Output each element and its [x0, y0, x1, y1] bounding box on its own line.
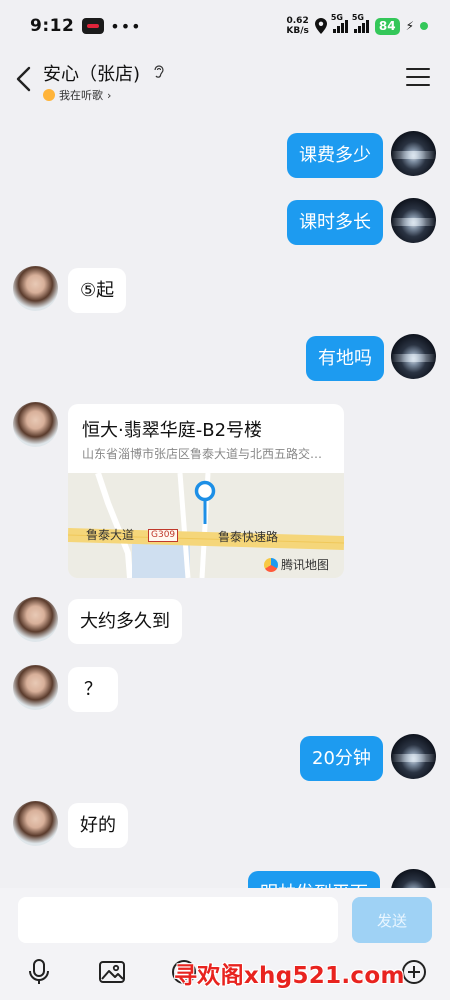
watermark: 寻欢阁xhg521.com [174, 963, 405, 989]
incoming-message[interactable]: 好的 [68, 803, 128, 848]
status-indicators: 0.62 KB/s 5G 5G 84 ⚡ [286, 13, 428, 36]
outgoing-message[interactable]: 课费多少 [287, 133, 383, 178]
signal-1-label: 5G [330, 13, 343, 22]
signal-2-icon: 5G [352, 13, 369, 33]
map-pin-icon [194, 480, 216, 524]
location-address: 山东省淄博市张店区鲁泰大道与北西五路交叉口 [82, 447, 332, 461]
contact-status-text: 我在听歌 [59, 89, 103, 102]
charging-icon: ⚡ [405, 19, 414, 33]
location-icon [314, 18, 327, 34]
contact-avatar[interactable] [13, 665, 58, 710]
map-provider: 腾讯地图 [264, 556, 329, 573]
road-label: 鲁泰快速路 [218, 530, 279, 544]
menu-button[interactable] [406, 68, 430, 88]
contact-avatar[interactable] [13, 801, 58, 846]
more-notifications-icon: ••• [110, 16, 142, 36]
signal-2-label: 5G [351, 13, 364, 22]
network-speed: 0.62 KB/s [286, 16, 308, 36]
status-time: 9:12 [30, 16, 75, 36]
incoming-message[interactable]: ⑤起 [68, 268, 127, 313]
self-avatar[interactable] [391, 198, 436, 243]
location-title: 恒大·翡翠华庭-B2号楼 [82, 420, 263, 441]
battery-level: 84 [374, 17, 400, 35]
status-bar: 9:12 ••• 0.62 KB/s 5G 5G 84 ⚡ [0, 0, 450, 52]
highway-badge: G309 [148, 529, 179, 542]
chat-header: 安心（张店) 我在听歌 › [0, 52, 450, 110]
signal-1-icon: 5G [331, 13, 348, 33]
outgoing-message[interactable]: 有地吗 [306, 336, 384, 381]
mic-icon[interactable] [25, 958, 53, 986]
contact-status[interactable]: 我在听歌 › [43, 87, 111, 103]
contact-avatar[interactable] [13, 266, 58, 311]
location-card[interactable]: 恒大·翡翠华庭-B2号楼 山东省淄博市张店区鲁泰大道与北西五路交叉口 鲁泰大道 … [68, 404, 344, 578]
network-speed-value: 0.62 [286, 16, 309, 26]
ear-icon[interactable] [153, 64, 165, 80]
send-button[interactable]: 发送 [352, 897, 432, 943]
chevron-right-icon: › [107, 88, 112, 102]
contact-avatar[interactable] [13, 402, 58, 447]
message-input[interactable] [18, 897, 338, 943]
tencent-map-icon [264, 557, 278, 572]
image-icon[interactable] [98, 958, 126, 986]
map-preview[interactable]: 鲁泰大道 G309 鲁泰快速路 腾讯地图 [68, 473, 344, 578]
self-avatar[interactable] [391, 131, 436, 176]
music-mood-icon [43, 89, 55, 101]
road-label: 鲁泰大道 [86, 528, 135, 542]
network-speed-unit: KB/s [286, 26, 309, 36]
outgoing-message[interactable]: 20分钟 [300, 736, 383, 781]
contact-avatar[interactable] [13, 597, 58, 642]
map-provider-label: 腾讯地图 [281, 558, 330, 572]
contact-name[interactable]: 安心（张店) [43, 60, 140, 86]
back-button[interactable] [12, 64, 38, 94]
app-notification-icon [82, 18, 105, 34]
self-avatar[interactable] [391, 334, 436, 379]
outgoing-message[interactable]: 课时多长 [287, 200, 383, 245]
incoming-message[interactable]: 大约多久到 [68, 599, 182, 644]
privacy-indicator-icon [420, 22, 428, 30]
incoming-message[interactable]: ？ [68, 667, 118, 712]
self-avatar[interactable] [391, 734, 436, 779]
